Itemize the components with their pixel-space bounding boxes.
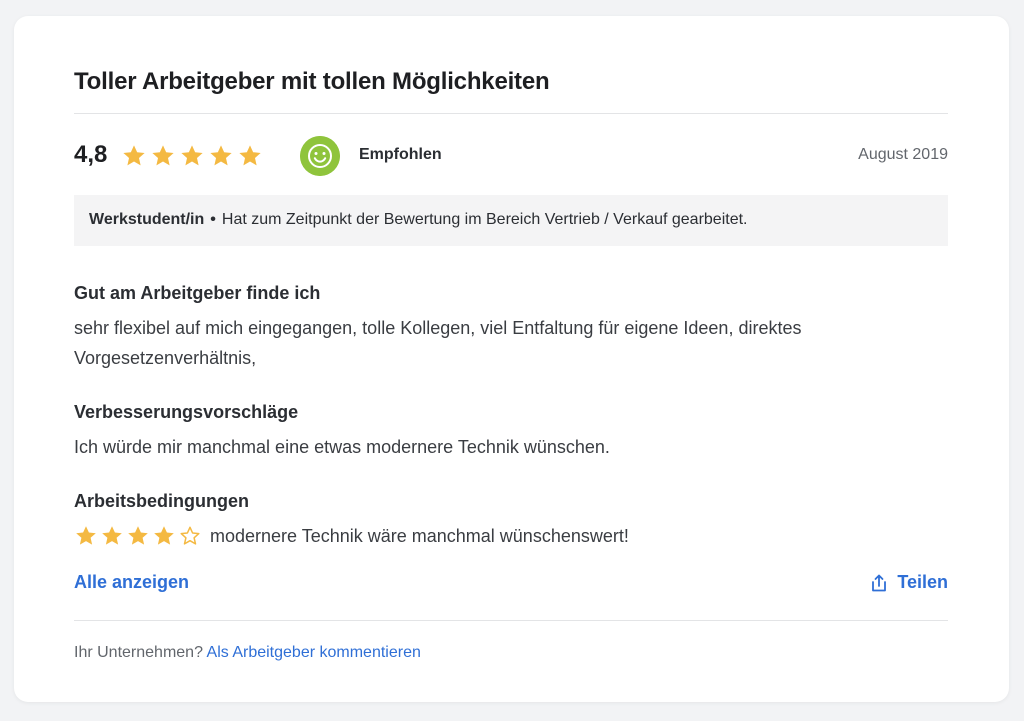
footer-question: Ihr Unternehmen?: [74, 644, 203, 661]
actions-row: Alle anzeigen Teilen: [74, 572, 948, 598]
star-icon: [239, 145, 261, 166]
divider: [74, 620, 948, 621]
share-label: Teilen: [897, 572, 948, 592]
section-heading-suggestions: Verbesserungsvorschläge: [74, 402, 299, 422]
star-icon: [123, 145, 145, 166]
star-icon: [152, 145, 174, 166]
review-title: Toller Arbeitgeber mit tollen Möglichkei…: [74, 68, 550, 95]
star-icon: [181, 145, 203, 166]
reviewer-role: Werkstudent/in: [89, 211, 205, 228]
section-text-working-conditions: modernere Technik wäre manchmal wünschen…: [210, 526, 629, 546]
reviewer-context: Hat zum Zeitpunkt der Bewertung im Berei…: [221, 211, 748, 228]
show-all-link[interactable]: Alle anzeigen: [74, 572, 189, 593]
star-outline-icon: [180, 526, 200, 545]
star-icon: [154, 526, 174, 545]
overall-stars: [121, 143, 263, 169]
smiley-icon: [300, 136, 340, 176]
star-icon: [76, 526, 96, 545]
section-text-suggestions: Ich würde mir manchmal eine etwas modern…: [74, 437, 610, 457]
section-text-positive: sehr flexibel auf mich eingegangen, toll…: [74, 318, 802, 368]
rating-row: 4,8 Empfohlen August 2019: [74, 136, 948, 176]
reviewer-info: Werkstudent/in • Hat zum Zeitpunkt der Bew…: [74, 195, 948, 246]
recommendation-label: Empfohlen: [359, 146, 442, 163]
review-card: Toller Arbeitgeber mit tollen Möglichkei…: [14, 16, 1009, 702]
share-icon: [872, 574, 887, 591]
working-conditions-stars: [74, 524, 202, 548]
section-heading-positive: Gut am Arbeitgeber finde ich: [74, 283, 321, 303]
section-heading-working-conditions: Arbeitsbedingungen: [74, 491, 249, 511]
star-icon: [102, 526, 122, 545]
overall-score: 4,8: [74, 141, 108, 168]
working-conditions-row: modernere Technik wäre manchmal wünschen…: [74, 521, 948, 551]
star-icon: [210, 145, 232, 166]
employer-comment-link[interactable]: Als Arbeitgeber kommentieren: [207, 644, 421, 661]
star-icon: [128, 526, 148, 545]
footer: Ihr Unternehmen? Als Arbeitgeber komment…: [74, 644, 948, 662]
review-date: August 2019: [858, 146, 948, 163]
divider: [74, 113, 948, 114]
share-button[interactable]: Teilen: [869, 572, 948, 593]
separator-dot: •: [210, 211, 216, 228]
